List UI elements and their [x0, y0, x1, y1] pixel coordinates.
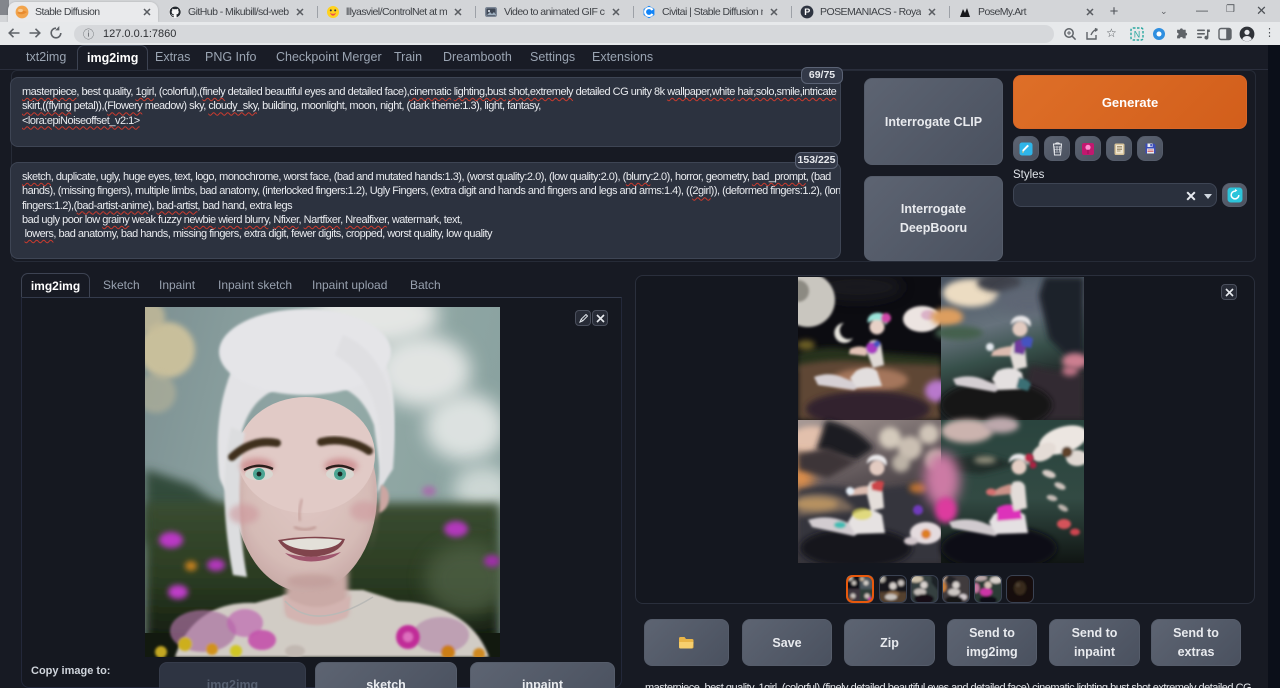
svg-text:P: P — [804, 7, 810, 17]
svg-text:N: N — [1134, 30, 1141, 40]
